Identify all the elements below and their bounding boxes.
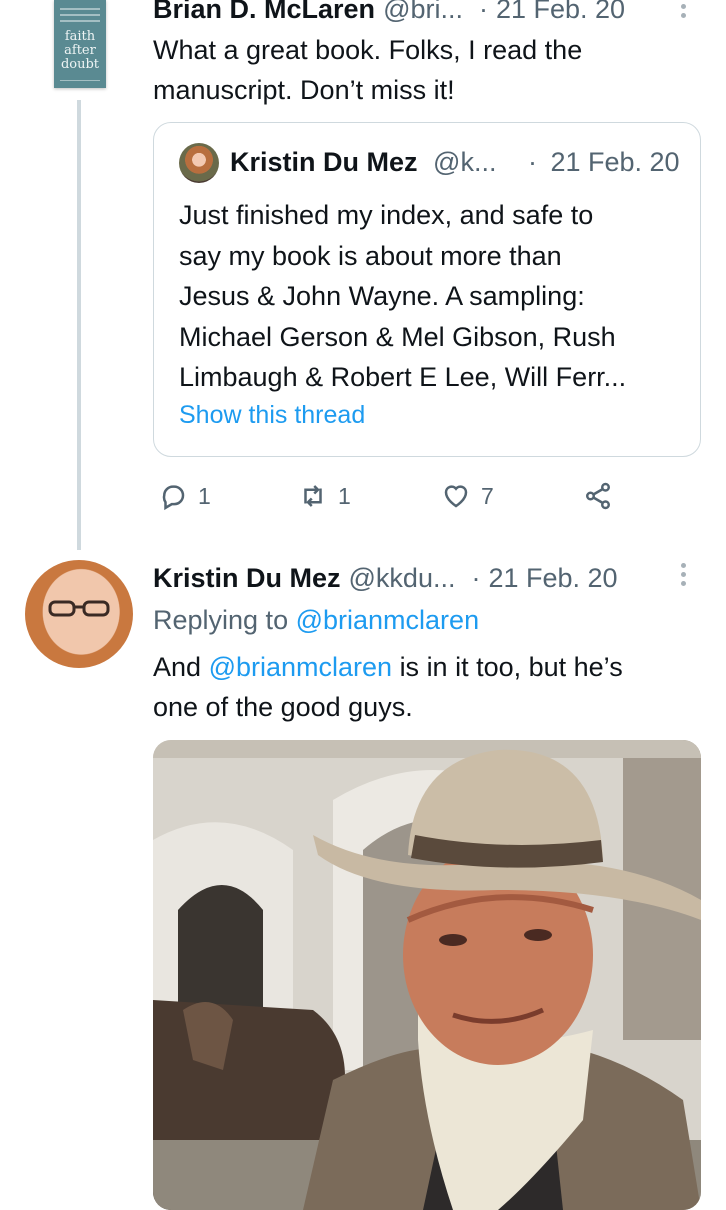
tweet-date[interactable]: 21 Feb. 20 (496, 0, 625, 25)
retweet-icon (304, 485, 322, 507)
replying-to-label: Replying to (153, 605, 289, 635)
replying-to: Replying to @brianmclaren (153, 605, 479, 636)
tweet-text: And @brianmclaren is in it too, but he’s… (153, 652, 623, 722)
like-count: 7 (481, 482, 494, 509)
heart-icon (444, 485, 468, 508)
quoted-author-name: Kristin Du Mez (230, 147, 418, 177)
glasses-shape (48, 600, 110, 617)
reply-button[interactable]: 1 (158, 481, 211, 511)
quoted-tweet-text: Just finished my index, and safe to say … (179, 200, 627, 392)
author-name[interactable]: Kristin Du Mez (153, 563, 341, 594)
author-handle[interactable]: @bri... (383, 0, 463, 25)
author-avatar-book-cover[interactable]: faith after doubt (54, 0, 106, 88)
quoted-tweet-date: 21 Feb. 20 (550, 147, 680, 177)
attached-photo[interactable] (153, 740, 701, 1210)
quoted-author-handle: @k... (433, 147, 497, 177)
separator-dot: · (527, 147, 537, 177)
quoted-tweet-card[interactable]: Kristin Du Mez @k... · 21 Feb. 20 Just f… (153, 122, 701, 457)
tweet-header: Brian D. McLaren @bri... · 21 Feb. 20 (153, 0, 625, 25)
book-cover-title: faith after doubt (60, 29, 100, 72)
tweet-date[interactable]: 21 Feb. 20 (488, 563, 617, 594)
reply-icon (162, 485, 185, 511)
quoted-author-avatar (179, 143, 219, 183)
author-name[interactable]: Brian D. McLaren (153, 0, 375, 25)
more-icon[interactable] (681, 563, 687, 590)
thread-connector-line (77, 100, 81, 550)
author-avatar[interactable] (25, 560, 133, 668)
tweet-text: What a great book. Folks, I read the man… (153, 35, 583, 105)
separator-dot: · (471, 563, 481, 593)
mention-link[interactable]: @brianmclaren (209, 652, 392, 682)
photo-illustration (153, 740, 701, 1210)
show-thread-link[interactable]: Show this thread (179, 401, 365, 430)
like-button[interactable]: 7 (441, 481, 494, 511)
separator-dot: · (478, 0, 488, 24)
share-icon (586, 482, 610, 510)
tweet-header: Kristin Du Mez @kkdu... · 21 Feb. 20 (153, 563, 618, 594)
retweet-button[interactable]: 1 (298, 481, 351, 511)
author-handle[interactable]: @kkdu... (349, 563, 456, 594)
replying-to-handle-link[interactable]: @brianmclaren (296, 605, 479, 635)
quoted-tweet-header: Kristin Du Mez @k... · 21 Feb. 20 (230, 147, 680, 178)
share-button[interactable] (583, 481, 613, 511)
more-icon[interactable] (681, 4, 687, 22)
reply-count: 1 (198, 482, 211, 509)
retweet-count: 1 (338, 482, 351, 509)
